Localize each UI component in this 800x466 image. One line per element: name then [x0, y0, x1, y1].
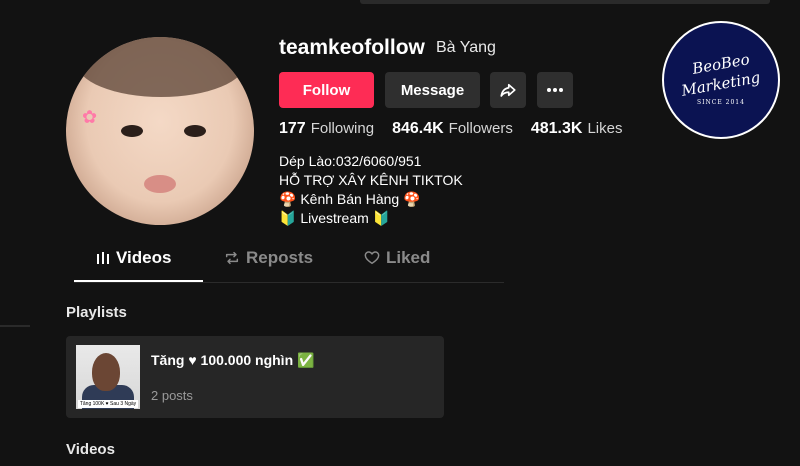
followers-count: 846.4K — [392, 120, 444, 137]
avatar-eye-right — [184, 125, 206, 137]
following-count: 177 — [279, 120, 306, 137]
profile-tabs: Videos Reposts Liked — [74, 248, 504, 283]
share-button[interactable] — [490, 72, 526, 108]
playlist-post-count: 2 posts — [151, 388, 193, 403]
heart-icon — [364, 250, 380, 266]
bio-line: HỖ TRỢ XÂY KÊNH TIKTOK — [279, 172, 463, 188]
following-stat[interactable]: 177 Following — [279, 120, 374, 138]
top-bar-edge — [360, 0, 770, 4]
tab-liked[interactable]: Liked — [364, 248, 430, 268]
playlist-card[interactable]: Tăng 100K ♥ Sau 3 Ngày Tăng ♥ 100.000 ng… — [66, 336, 444, 418]
tab-videos[interactable]: Videos — [96, 248, 171, 268]
profile-avatar[interactable]: ✿ — [66, 37, 254, 225]
likes-count: 481.3K — [530, 120, 583, 137]
followers-stat[interactable]: 846.4K Followers — [392, 120, 513, 138]
bio-line: 🔰 Livestream 🔰 — [279, 210, 391, 226]
following-label: Following — [310, 120, 375, 137]
profile-bio: Dép Lào:032/6060/951 HỖ TRỢ XÂY KÊNH TIK… — [279, 152, 463, 228]
thumb-caption: Tăng 100K ♥ Sau 3 Ngày — [78, 400, 138, 408]
tab-liked-label: Liked — [386, 248, 431, 267]
logo-line-3: SINCE 2014 — [697, 98, 745, 106]
tabs-divider — [74, 282, 504, 283]
sidebar-edge — [0, 325, 30, 327]
playlist-title: Tăng ♥ 100.000 nghìn ✅ — [151, 352, 315, 368]
profile-nickname: Bà Yang — [436, 39, 496, 56]
follow-button[interactable]: Follow — [279, 72, 374, 108]
followers-label: Followers — [448, 120, 513, 137]
avatar-hair — [76, 37, 246, 97]
avatar-mouth — [144, 175, 176, 193]
tab-reposts[interactable]: Reposts — [224, 248, 313, 268]
avatar-flower-icon: ✿ — [82, 107, 98, 127]
message-button[interactable]: Message — [385, 72, 480, 108]
grid-bars-icon — [96, 251, 110, 265]
ellipsis-icon — [546, 87, 564, 93]
more-options-button[interactable] — [537, 72, 573, 108]
repost-icon — [224, 250, 240, 266]
playlist-thumbnail: Tăng 100K ♥ Sau 3 Ngày — [76, 345, 140, 409]
bio-line: Dép Lào:032/6060/951 — [279, 153, 422, 169]
profile-stats: 177 Following 846.4K Followers 481.3K Likes — [279, 120, 622, 138]
videos-heading: Videos — [66, 441, 115, 458]
thumb-person — [92, 353, 120, 391]
watermark-logo: BeoBeo Marketing SINCE 2014 — [662, 21, 780, 139]
profile-username: teamkeofollow — [279, 36, 425, 59]
share-arrow-icon — [499, 81, 517, 99]
playlists-heading: Playlists — [66, 304, 127, 321]
likes-label: Likes — [587, 120, 623, 137]
bio-line: 🍄 Kênh Bán Hàng 🍄 — [279, 191, 421, 207]
tab-videos-label: Videos — [116, 248, 172, 267]
tab-reposts-label: Reposts — [246, 248, 314, 267]
avatar-eye-left — [121, 125, 143, 137]
likes-stat: 481.3K Likes — [531, 120, 623, 138]
